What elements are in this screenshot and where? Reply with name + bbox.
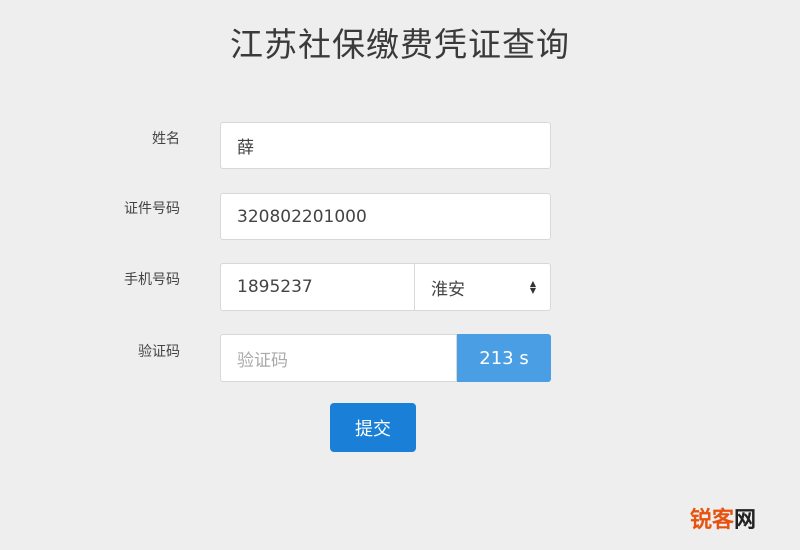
id-number-input[interactable]: 320802201000	[220, 193, 551, 240]
captcha-input[interactable]: 验证码	[220, 334, 457, 382]
updown-arrow-icon: ▲ ▼	[529, 279, 536, 295]
phone-label: 手机号码	[124, 272, 180, 288]
site-watermark-logo: 锐客网	[690, 502, 756, 534]
id-number-label: 证件号码	[124, 201, 180, 217]
name-input[interactable]: 薛	[220, 122, 551, 169]
watermark-text-main: 锐客	[689, 508, 734, 533]
name-input-value: 薛	[237, 138, 254, 158]
id-number-input-value: 320802201000	[237, 206, 367, 227]
page-title: 江苏社保缴费凭证查询	[230, 25, 570, 64]
submit-button[interactable]: 提交	[330, 403, 416, 452]
phone-input[interactable]: 1895237	[220, 263, 415, 311]
phone-input-value: 1895237	[237, 277, 313, 297]
captcha-input-placeholder: 验证码	[237, 350, 288, 371]
name-label: 姓名	[152, 131, 180, 147]
captcha-countdown-button[interactable]: 213 s	[457, 334, 551, 382]
region-select-value: 淮安	[431, 279, 465, 300]
watermark-text-accent: 网	[733, 508, 756, 533]
region-select[interactable]: 淮安 ▲ ▼	[415, 263, 551, 311]
captcha-label: 验证码	[138, 344, 180, 360]
